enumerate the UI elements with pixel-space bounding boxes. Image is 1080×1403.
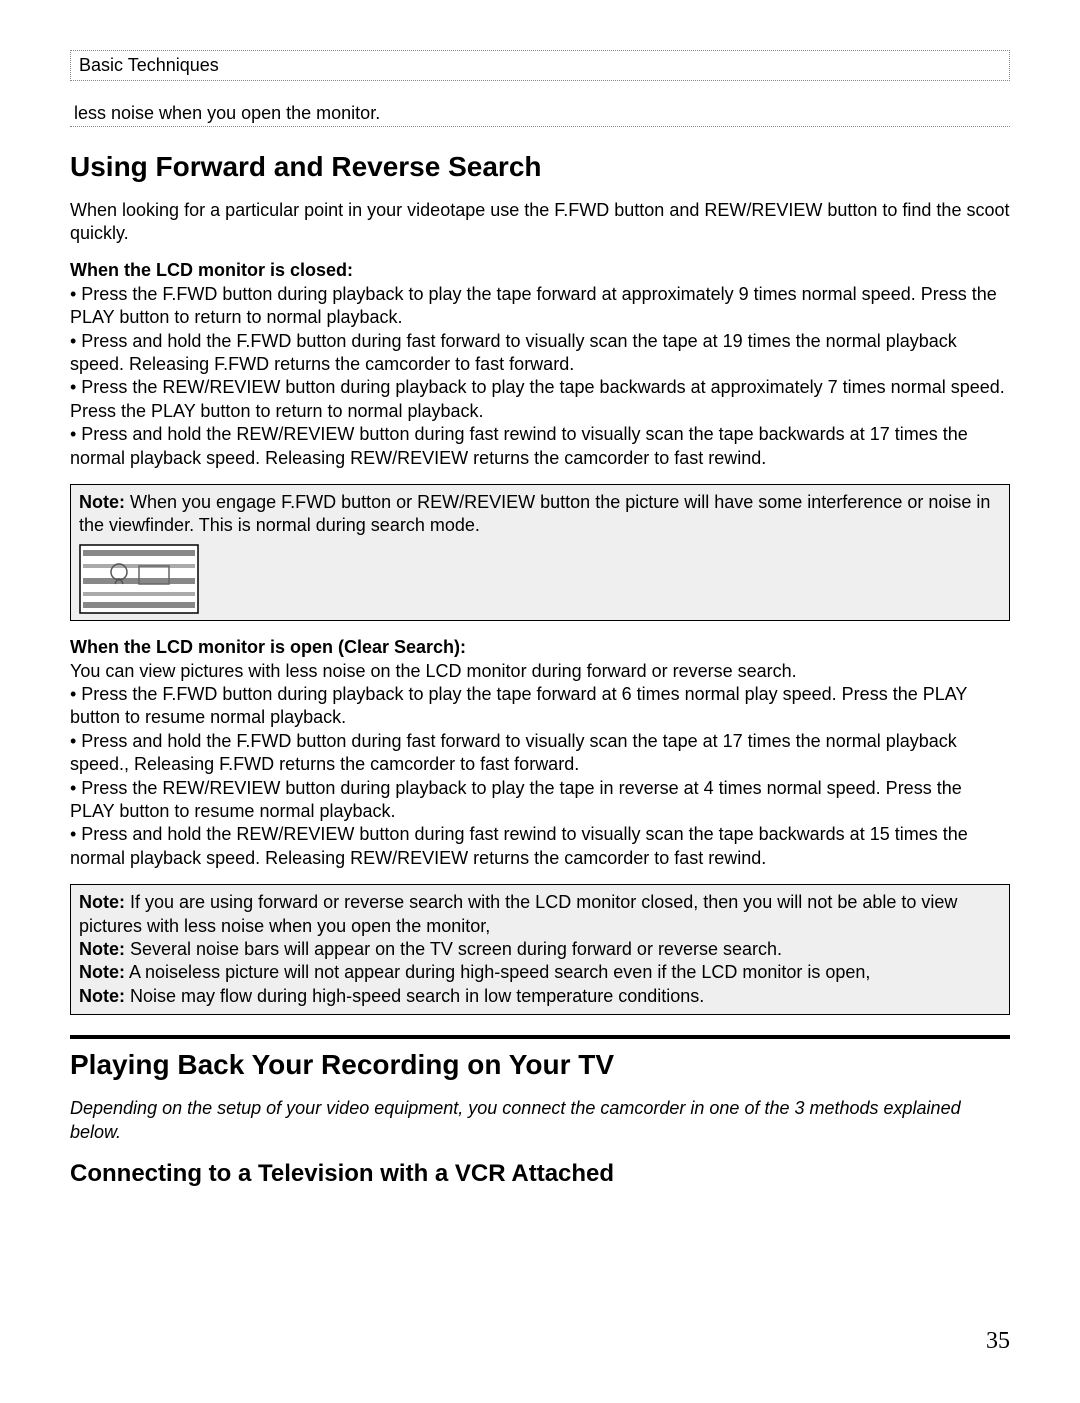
note2-l4: Noise may flow during high-speed search …	[125, 986, 704, 1006]
open-monitor-bullets: You can view pictures with less noise on…	[70, 660, 1010, 871]
breadcrumb: Basic Techniques	[70, 50, 1010, 81]
note2-l1-lead: Note:	[79, 892, 125, 912]
note1-text: When you engage F.FWD button or REW/REVI…	[79, 492, 990, 535]
open-monitor-heading: When the LCD monitor is open (Clear Sear…	[70, 637, 1010, 658]
carryover-text: less noise when you open the monitor.	[70, 101, 1010, 127]
section-divider	[70, 1035, 1010, 1039]
section-title-playback: Playing Back Your Recording on Your TV	[70, 1049, 1010, 1081]
note2-l3: A noiseless picture will not appear duri…	[125, 962, 870, 982]
section1-intro: When looking for a particular point in y…	[70, 199, 1010, 246]
note2-l2: Several noise bars will appear on the TV…	[125, 939, 782, 959]
note2-l4-lead: Note:	[79, 986, 125, 1006]
section2-intro: Depending on the setup of your video equ…	[70, 1097, 1010, 1144]
note-box-2: Note: If you are using forward or revers…	[70, 884, 1010, 1015]
noise-illustration-icon	[79, 544, 199, 614]
note1-lead: Note:	[79, 492, 125, 512]
closed-monitor-bullets: • Press the F.FWD button during playback…	[70, 283, 1010, 470]
note-box-1: Note: When you engage F.FWD button or RE…	[70, 484, 1010, 621]
section-title-search: Using Forward and Reverse Search	[70, 151, 1010, 183]
note2-l1: If you are using forward or reverse sear…	[79, 892, 957, 935]
closed-monitor-heading: When the LCD monitor is closed:	[70, 260, 1010, 281]
note2-l2-lead: Note:	[79, 939, 125, 959]
page-number: 35	[70, 1328, 1010, 1355]
subsection-title-vcr: Connecting to a Television with a VCR At…	[70, 1160, 1010, 1188]
note2-l3-lead: Note:	[79, 962, 125, 982]
